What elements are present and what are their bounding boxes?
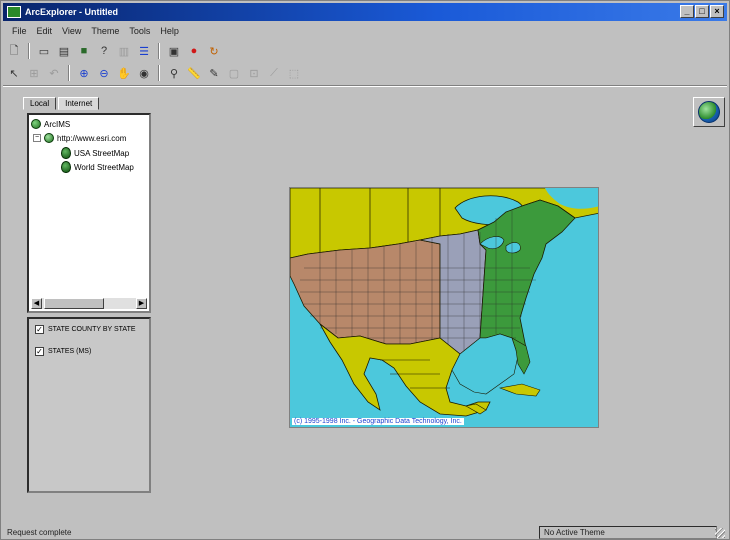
query-icon[interactable]: ✎ [205, 65, 223, 82]
internet-globe-button[interactable] [693, 97, 725, 127]
app-icon [7, 6, 21, 18]
toolbar-separator [68, 65, 70, 81]
tree-item-service[interactable]: USA StreetMap [61, 147, 129, 159]
layer-visibility-checkbox[interactable]: ✓ [35, 325, 44, 334]
app-window: ArcExplorer - Untitled _ □ × File Edit V… [0, 0, 730, 540]
minimize-button[interactable]: _ [680, 5, 694, 18]
tree-horizontal-scrollbar[interactable]: ◀ ▶ [31, 298, 147, 309]
zoom-previous-icon[interactable]: ↶ [45, 65, 63, 82]
toolbar-separator [158, 43, 160, 59]
globe-icon [44, 133, 54, 143]
tab-internet[interactable]: Internet [58, 97, 100, 110]
tree-item-service[interactable]: World StreetMap [61, 161, 134, 173]
tree-item-label: ArcIMS [44, 119, 71, 129]
tab-local[interactable]: Local [23, 97, 57, 110]
tree-item-label: USA StreetMap [74, 148, 130, 158]
catalog-tree[interactable]: ArcIMS − http://www.esri.com USA StreetM… [27, 113, 151, 313]
toolbar-separator [28, 43, 30, 59]
layer-label: STATES (MS) [48, 348, 92, 355]
layer-label: STATE COUNTY BY STATE [48, 326, 136, 333]
measure-line-icon[interactable]: ⟋ [265, 65, 283, 82]
open-icon[interactable]: ▭ [35, 43, 53, 60]
scroll-left-icon[interactable]: ◀ [31, 298, 42, 309]
help-icon[interactable]: ? [95, 43, 113, 60]
window-title: ArcExplorer - Untitled [25, 7, 119, 17]
status-message: Request complete [7, 527, 72, 537]
active-theme-pane: No Active Theme [539, 525, 717, 539]
menu-edit[interactable]: Edit [34, 26, 56, 36]
tree-item-server[interactable]: − http://www.esri.com [33, 133, 126, 143]
print-icon[interactable]: ■ [75, 43, 93, 60]
close-button[interactable]: × [710, 5, 724, 18]
legend-icon[interactable]: ☰ [135, 43, 153, 60]
menu-tools[interactable]: Tools [126, 26, 153, 36]
resize-grip-icon[interactable] [715, 528, 725, 538]
layer-visibility-checkbox[interactable]: ✓ [35, 347, 44, 356]
pan-icon[interactable]: ✋ [115, 65, 133, 82]
scroll-right-icon[interactable]: ▶ [136, 298, 147, 309]
tree-item-label: World StreetMap [74, 162, 134, 172]
graphic-icon[interactable]: ⬚ [285, 65, 303, 82]
menu-file[interactable]: File [9, 26, 30, 36]
menu-bar: File Edit View Theme Tools Help [3, 23, 182, 39]
maximize-button[interactable]: □ [695, 5, 709, 18]
menu-help[interactable]: Help [157, 26, 182, 36]
save-icon[interactable]: ▤ [55, 43, 73, 60]
label-icon[interactable]: ⊡ [245, 65, 263, 82]
divider [3, 85, 727, 87]
map-copyright: (c) 1995-1998 Inc. - Geographic Data Tec… [292, 418, 464, 425]
map-service-icon [61, 147, 71, 159]
buffer-icon[interactable]: ▢ [225, 65, 243, 82]
stop-icon[interactable]: ● [185, 43, 203, 60]
legend-panel: ✓ STATE COUNTY BY STATE ✓ STATES (MS) [27, 317, 151, 493]
map-service-icon [61, 161, 71, 173]
tree-item-root[interactable]: ArcIMS [31, 119, 70, 129]
map-canvas[interactable] [290, 188, 599, 428]
map-icon[interactable]: ▣ [165, 43, 183, 60]
tree-item-label: http://www.esri.com [57, 133, 127, 143]
measure-icon[interactable]: 📏 [185, 65, 203, 82]
toolbar-separator [158, 65, 160, 81]
new-icon[interactable]: 🗋 [5, 43, 23, 60]
select-icon[interactable]: ↖ [5, 65, 23, 82]
layer-item[interactable]: ✓ STATE COUNTY BY STATE [35, 325, 136, 334]
catalog-tabs: Local Internet [23, 97, 100, 110]
layer-item[interactable]: ✓ STATES (MS) [35, 347, 91, 356]
globe-icon [698, 101, 720, 123]
zoom-in-icon[interactable]: ⊕ [75, 65, 93, 82]
collapse-icon[interactable]: − [33, 134, 41, 142]
standard-toolbar: 🗋 ▭ ▤ ■ ? ▥ ☰ ▣ ● ↻ [5, 41, 223, 61]
zoom-out-icon[interactable]: ⊖ [95, 65, 113, 82]
menu-theme[interactable]: Theme [88, 26, 122, 36]
status-bar: Request complete No Active Theme [3, 525, 727, 539]
theme-icon[interactable]: ▥ [115, 43, 133, 60]
zoom-extent-icon[interactable]: ⊞ [25, 65, 43, 82]
find-icon[interactable]: ⚲ [165, 65, 183, 82]
tools-toolbar: ↖ ⊞ ↶ ⊕ ⊖ ✋ ◉ ⚲ 📏 ✎ ▢ ⊡ ⟋ ⬚ [5, 63, 303, 83]
refresh-icon[interactable]: ↻ [205, 43, 223, 60]
identify-icon[interactable]: ◉ [135, 65, 153, 82]
menu-view[interactable]: View [59, 26, 84, 36]
scroll-thumb[interactable] [44, 298, 104, 309]
map-view[interactable]: (c) 1995-1998 Inc. - Geographic Data Tec… [289, 187, 599, 428]
title-bar: ArcExplorer - Untitled _ □ × [3, 3, 727, 21]
globe-icon [31, 119, 41, 129]
